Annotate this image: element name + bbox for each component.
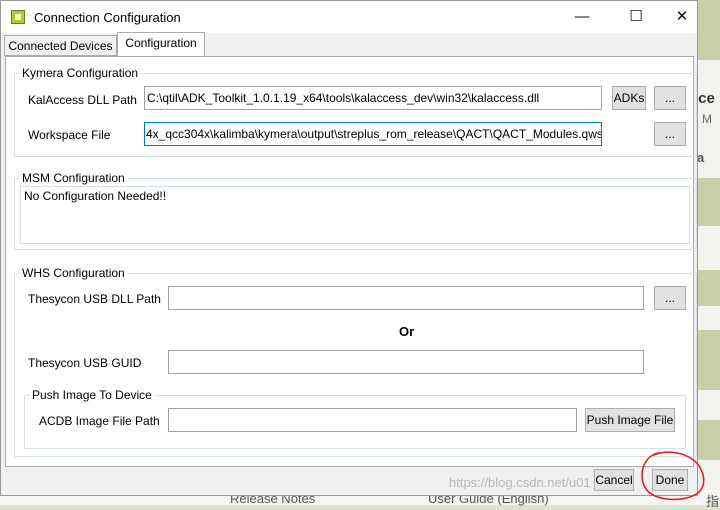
workspace-file-field[interactable]: 4x_qcc304x\kalimba\kymera\output\streplu… <box>144 122 602 146</box>
window-title: Connection Configuration <box>34 10 181 25</box>
thesycon-guid-field[interactable] <box>168 350 644 374</box>
kymera-group-label: Kymera Configuration <box>19 66 142 80</box>
watermark-text: https://blog.csdn.net/u01 <box>449 475 591 490</box>
tab-connected-devices[interactable]: Connected Devices <box>4 35 117 56</box>
kalaccess-dll-label: KalAccess DLL Path <box>28 93 137 107</box>
or-text: Or <box>399 324 415 339</box>
acdb-image-field[interactable] <box>168 408 577 432</box>
kalaccess-browse-button[interactable]: ... <box>654 86 686 110</box>
title-bar[interactable]: Connection Configuration — ☐ ✕ <box>1 1 697 33</box>
app-icon <box>11 10 25 24</box>
maximize-button[interactable]: ☐ <box>613 1 659 33</box>
msm-group-label: MSM Configuration <box>19 171 128 185</box>
thesycon-dll-label: Thesycon USB DLL Path <box>28 292 161 306</box>
configuration-tab-panel: Kymera Configuration KalAccess DLL Path … <box>5 56 697 467</box>
workspace-browse-button[interactable]: ... <box>654 122 686 146</box>
cancel-button[interactable]: Cancel <box>594 469 634 491</box>
push-image-file-button[interactable]: Push Image File <box>585 408 675 432</box>
thesycon-guid-label: Thesycon USB GUID <box>28 356 142 370</box>
push-image-group-label: Push Image To Device <box>29 388 155 402</box>
thesycon-dll-field[interactable] <box>168 286 644 310</box>
minimize-button[interactable]: — <box>559 1 605 33</box>
close-button[interactable]: ✕ <box>659 1 705 33</box>
connection-configuration-dialog: Connection Configuration — ☐ ✕ Kymera Co… <box>0 0 698 496</box>
whs-group-label: WHS Configuration <box>19 266 128 280</box>
adks-button[interactable]: ADKs <box>612 86 646 110</box>
tab-configuration[interactable]: Configuration <box>117 32 205 56</box>
msm-message-box: No Configuration Needed!! <box>20 186 690 244</box>
kalaccess-dll-field[interactable]: C:\qtil\ADK_Toolkit_1.0.1.19_x64\tools\k… <box>144 86 602 110</box>
workspace-file-label: Workspace File <box>28 128 111 142</box>
thesycon-browse-button[interactable]: ... <box>654 286 686 310</box>
red-annotation-circle <box>641 451 705 501</box>
acdb-image-label: ACDB Image File Path <box>39 414 160 428</box>
